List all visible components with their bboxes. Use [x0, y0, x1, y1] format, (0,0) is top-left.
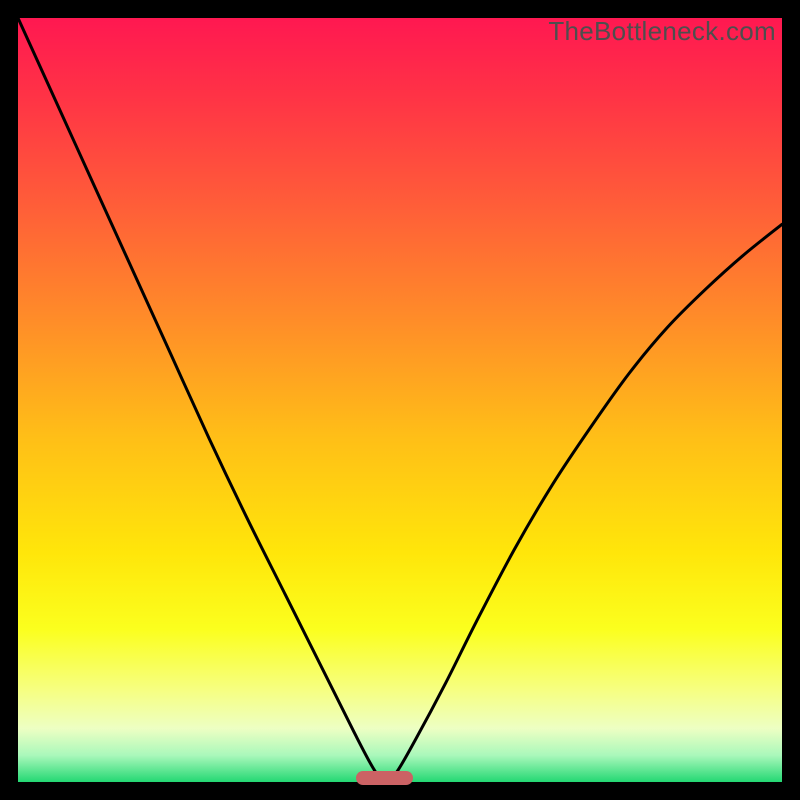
watermark-text: TheBottleneck.com — [548, 16, 776, 47]
optimum-marker — [356, 771, 413, 785]
background-gradient — [18, 18, 782, 782]
plot-frame: TheBottleneck.com — [18, 18, 782, 782]
